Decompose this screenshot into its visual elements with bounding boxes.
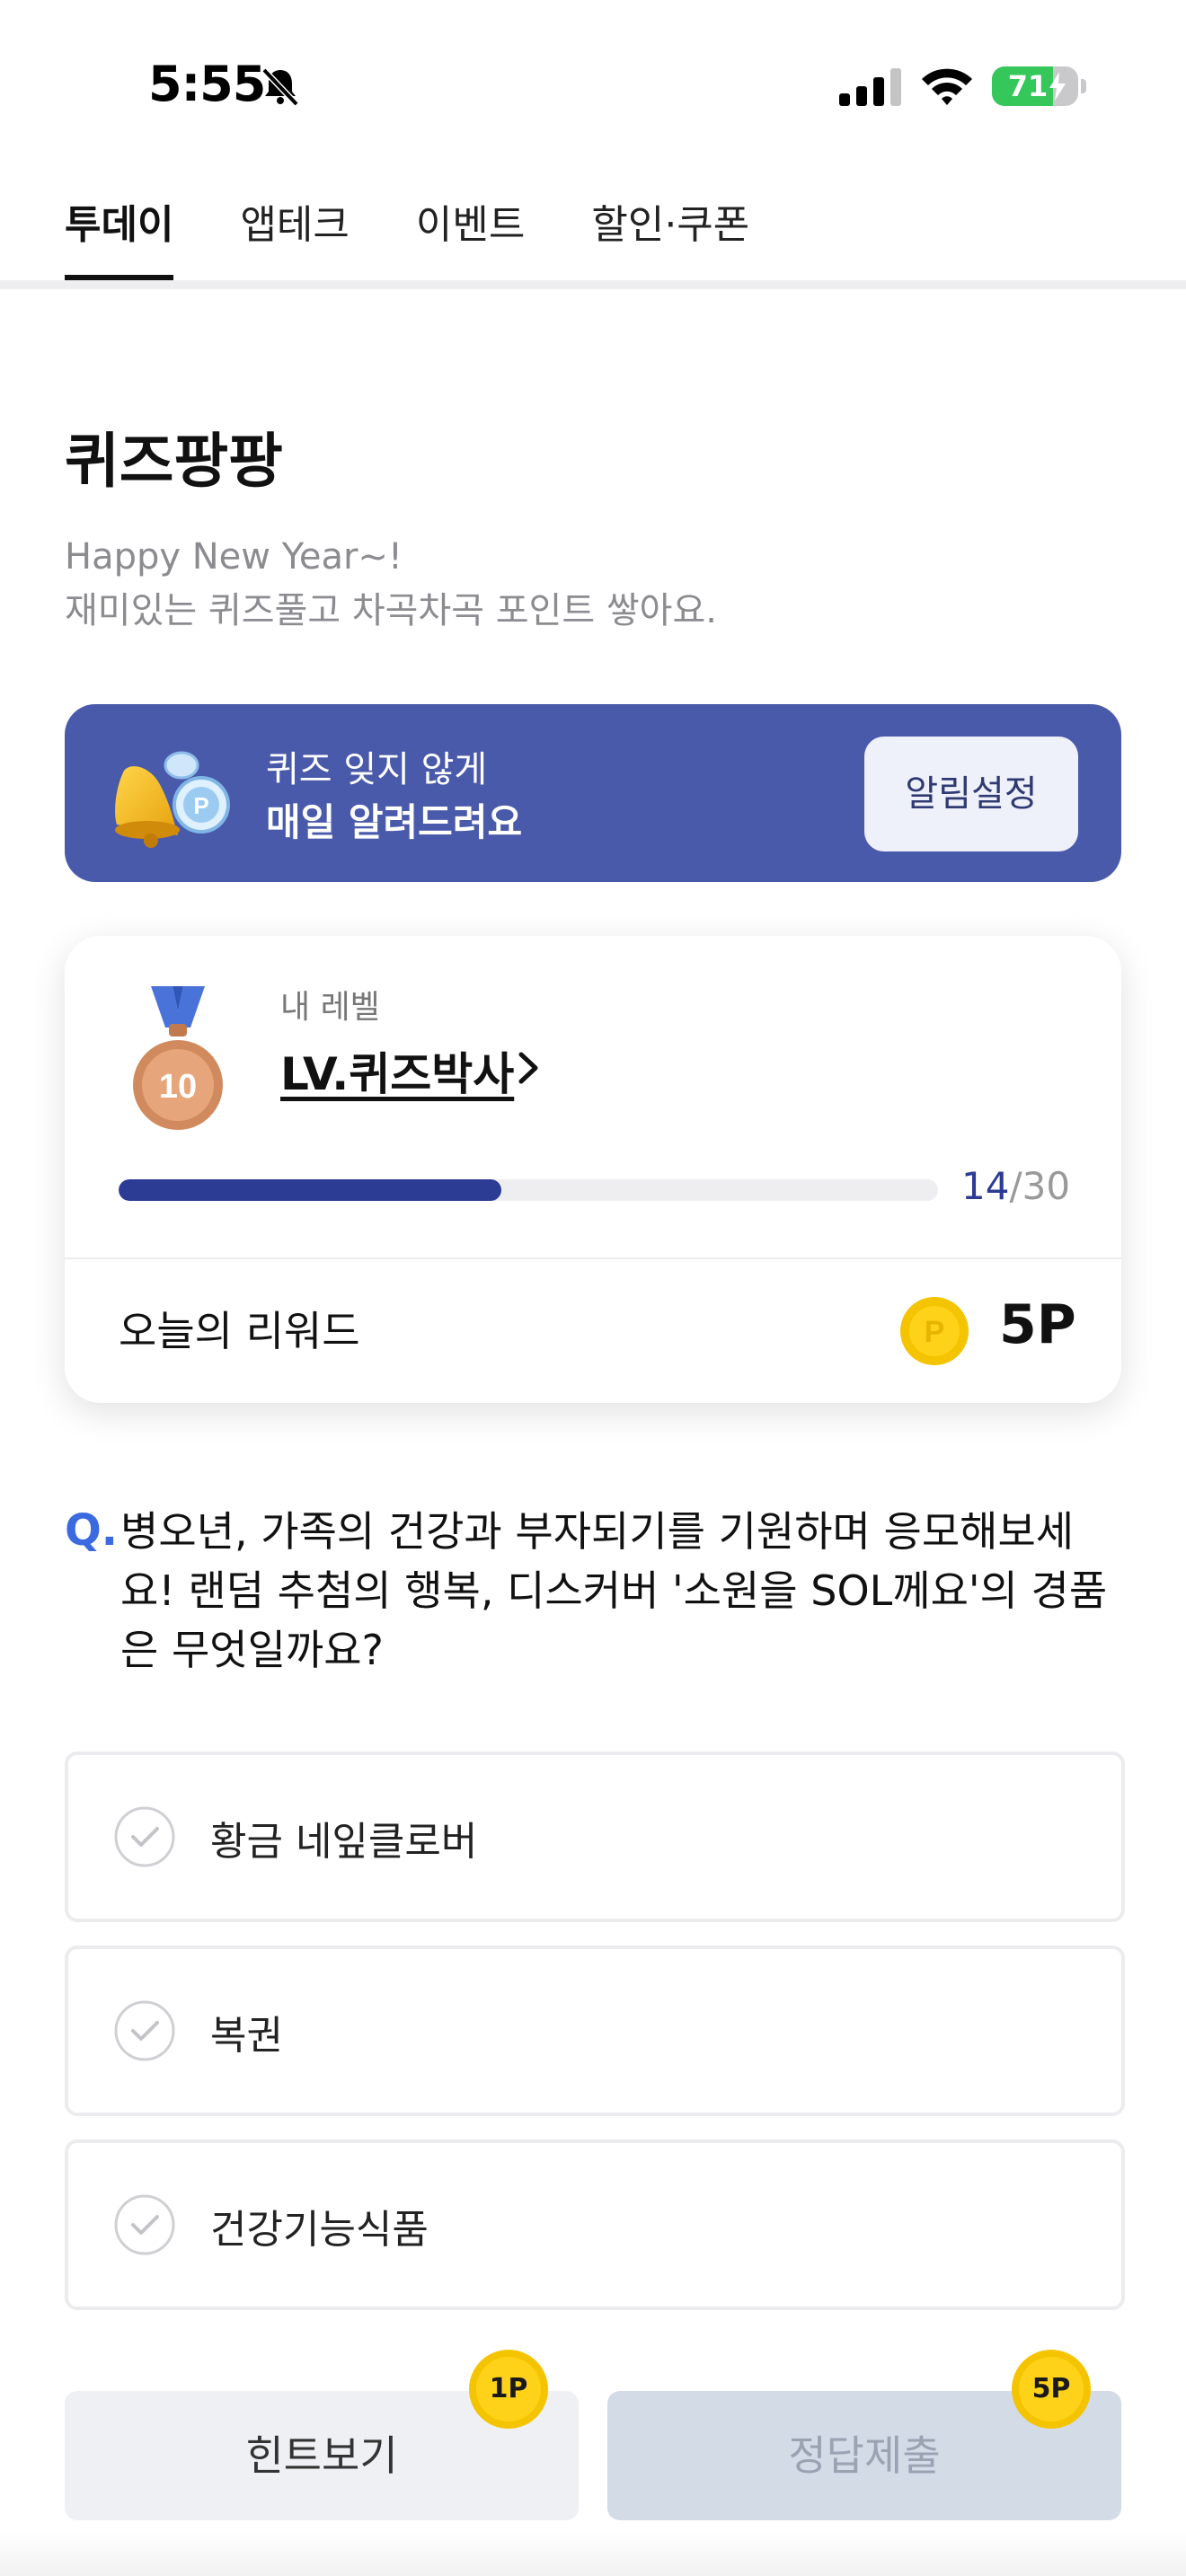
bell-off-icon [261, 67, 299, 107]
check-circle-icon [114, 2000, 175, 2061]
answer-option-label: 건강기능식품 [210, 2207, 429, 2253]
answer-option-1[interactable]: 황금 네잎클로버 [65, 1751, 1125, 1922]
tab-apptech[interactable]: 앱테크 [240, 192, 349, 280]
svg-text:P: P [193, 792, 208, 819]
notification-settings-button[interactable]: 알림설정 [864, 737, 1078, 851]
level-progress-text: 14/30 [961, 1164, 1070, 1208]
today-reward-value: 5P [999, 1293, 1076, 1356]
answer-option-3[interactable]: 건강기능식품 [65, 2139, 1125, 2310]
page-subtitle: Happy New Year~! 재미있는 퀴즈풀고 차곡차곡 포인트 쌓아요. [65, 530, 717, 638]
banner-text-line-1: 퀴즈 잊지 않게 [266, 749, 488, 790]
subtitle-line-1: Happy New Year~! [65, 536, 403, 578]
charging-bolt-icon [1049, 72, 1066, 101]
banner-text-line-2: 매일 알려드려요 [266, 800, 523, 844]
tab-today[interactable]: 투데이 [65, 192, 174, 280]
cellular-signal-icon [839, 68, 901, 106]
battery-cap [1081, 79, 1086, 93]
check-circle-icon [114, 1806, 175, 1867]
question-text: 병오년, 가족의 건강과 부자되기를 기원하며 응모해보세요! 랜덤 추첨의 행… [120, 1507, 1108, 1674]
progress-total: /30 [1009, 1164, 1071, 1208]
status-time: 5:55 [148, 56, 266, 112]
level-name-link[interactable]: LV.퀴즈박사 [280, 1038, 514, 1103]
card-divider [65, 1257, 1121, 1259]
check-circle-icon [114, 2194, 175, 2255]
today-reward-label: 오늘의 리워드 [119, 1307, 360, 1355]
tab-divider [0, 280, 1186, 289]
bronze-medal-icon: 10 [133, 986, 223, 1130]
submit-reward-label: 5P [1031, 2373, 1071, 2404]
medal-number: 10 [159, 1068, 197, 1106]
bell-coin-icon: P [115, 751, 230, 848]
svg-text:P: P [925, 1315, 945, 1349]
top-tab-bar: 투데이 앱테크 이벤트 할인·쿠폰 [65, 192, 816, 280]
tab-event[interactable]: 이벤트 [416, 192, 525, 280]
answer-option-label: 황금 네잎클로버 [210, 1819, 478, 1865]
tab-discount-coupon[interactable]: 할인·쿠폰 [591, 192, 749, 280]
battery-indicator: 71 [992, 66, 1078, 106]
bottom-fade [0, 2533, 1186, 2576]
progress-current: 14 [961, 1164, 1010, 1208]
level-progress-fill [119, 1179, 501, 1201]
chevron-right-icon[interactable] [512, 1047, 544, 1089]
subtitle-line-2: 재미있는 퀴즈풀고 차곡차곡 포인트 쌓아요. [65, 590, 717, 631]
question-marker: Q. [65, 1505, 119, 1556]
page-title: 퀴즈팡팡 [65, 427, 283, 496]
wifi-icon [922, 68, 972, 105]
answer-option-2[interactable]: 복권 [65, 1945, 1125, 2116]
level-progress-bar [119, 1179, 938, 1201]
level-caption: 내 레벨 [280, 989, 380, 1026]
hint-cost-label: 1P [489, 2373, 528, 2404]
point-coin-icon: P [900, 1297, 969, 1365]
answer-option-label: 복권 [210, 2013, 283, 2059]
